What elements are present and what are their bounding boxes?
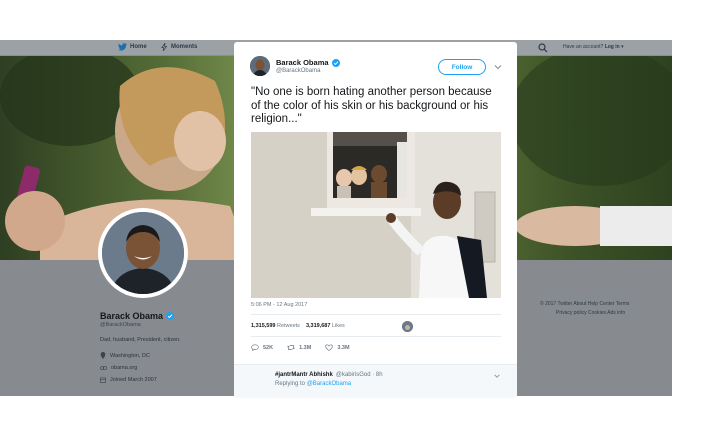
retweet-action[interactable]: 1.3M <box>287 344 311 351</box>
chevron-down-icon[interactable] <box>493 62 503 72</box>
nav-home-label: Home <box>130 44 147 50</box>
tweet-stats: 1,315,599 Retweets 3,319,687 Likes <box>251 323 345 329</box>
tweet-author-avatar[interactable] <box>250 56 270 76</box>
liker-photo <box>402 323 413 332</box>
replying-to-prefix: Replying to <box>275 381 306 387</box>
tweet-author[interactable]: Barack Obama @BarackObama <box>250 56 340 76</box>
location-pin-icon <box>100 352 106 359</box>
tweet-photo[interactable] <box>251 132 501 298</box>
account-login[interactable]: Have an account? Log in ▾ <box>563 44 624 50</box>
follow-button[interactable]: Follow <box>438 59 486 75</box>
nav-moments[interactable]: Moments <box>161 43 197 51</box>
profile-name-text: Barack Obama <box>100 311 164 321</box>
profile-bio: Dad, husband, President, citizen. <box>100 337 181 343</box>
login-link[interactable]: Log in <box>605 44 620 50</box>
profile-joined-text: Joined March 2007 <box>110 377 157 383</box>
retweets-count: 1,315,599 <box>251 323 276 329</box>
like-action[interactable]: 3.3M <box>325 344 350 351</box>
reply-action[interactable]: 52K <box>251 344 273 351</box>
liker-avatar[interactable] <box>402 321 413 332</box>
footer-links-row-1[interactable]: © 2017 Twitter About Help Center Terms <box>540 301 629 307</box>
heart-icon <box>325 344 333 351</box>
tweet-author-name-text: Barack Obama <box>276 58 329 67</box>
author-photo <box>250 56 270 76</box>
reply-tweet[interactable]: #jantrMantr Abhishk @kabirisGod · 8h Rep… <box>234 364 517 398</box>
retweets-stat[interactable]: 1,315,599 Retweets <box>251 323 300 329</box>
nav-moments-label: Moments <box>171 44 198 50</box>
nav-home[interactable]: Home <box>118 43 147 51</box>
retweet-count: 1.3M <box>299 344 312 351</box>
chevron-down-icon[interactable] <box>493 372 501 380</box>
replying-to: Replying to @BarackObama <box>275 381 351 387</box>
lightning-icon <box>161 43 168 51</box>
reply-author[interactable]: #jantrMantr Abhishk @kabirisGod · 8h <box>275 372 383 378</box>
tweet-image <box>251 132 501 298</box>
retweet-icon <box>287 345 295 350</box>
tweet-modal: Barack Obama @BarackObama Follow "No one… <box>234 42 517 398</box>
replying-to-link[interactable]: @BarackObama <box>307 381 351 387</box>
link-icon <box>100 366 107 370</box>
verified-badge-icon <box>166 312 175 320</box>
profile-joined: Joined March 2007 <box>100 377 157 383</box>
profile-location: Washington, DC <box>100 352 150 359</box>
profile-name: Barack Obama <box>100 311 175 321</box>
profile-website[interactable]: obama.org <box>100 365 137 371</box>
search-icon[interactable] <box>538 43 548 53</box>
tweet-actions: 52K 1.3M 3.3M <box>251 344 350 351</box>
calendar-icon <box>100 377 106 383</box>
account-prompt: Have an account? <box>563 44 604 50</box>
like-count: 3.3M <box>337 344 350 351</box>
verified-badge-icon <box>331 58 340 67</box>
tweet-author-name: Barack Obama <box>276 58 340 67</box>
likes-stat[interactable]: 3,319,687 Likes <box>306 323 345 329</box>
reply-count: 52K <box>263 344 274 351</box>
tweet-author-handle: @BarackObama <box>276 68 321 74</box>
reply-icon <box>251 344 259 351</box>
reply-author-name: #jantrMantr Abhishk <box>275 372 333 378</box>
profile-website-link[interactable]: obama.org <box>111 365 137 371</box>
profile-handle: @BarackObama <box>100 322 141 328</box>
likes-count: 3,319,687 <box>305 323 331 329</box>
divider <box>251 336 501 337</box>
avatar-photo <box>102 212 184 294</box>
profile-location-text: Washington, DC <box>110 352 150 359</box>
footer-links-row-2[interactable]: Privacy policy Cookies Ads info <box>556 310 625 316</box>
tweet-timestamp[interactable]: 5:06 PM - 12 Aug 2017 <box>251 302 307 308</box>
tweet-text: "No one is born hating another person be… <box>251 86 492 125</box>
twitter-bird-icon <box>118 43 127 51</box>
retweets-label: Retweets <box>277 323 300 329</box>
likes-label: Likes <box>331 323 345 329</box>
divider <box>251 314 501 315</box>
reply-author-handle: @kabirisGod · 8h <box>335 372 383 378</box>
profile-avatar[interactable] <box>98 208 188 298</box>
